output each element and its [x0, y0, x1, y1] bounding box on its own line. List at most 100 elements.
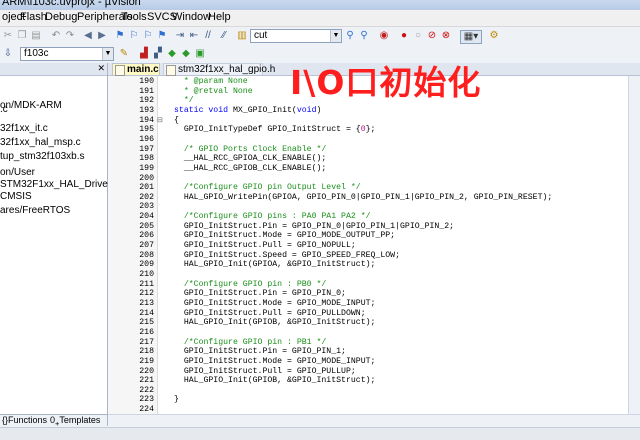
code-text: }	[174, 395, 179, 405]
line-number: 193	[139, 105, 154, 115]
tree-item[interactable]: tup_stm32f103xb.s	[0, 151, 85, 162]
bookmark-prev-icon[interactable]: ⚐	[128, 30, 140, 42]
code-text: GPIO_InitStruct.Mode = GPIO_MODE_OUTPUT_…	[174, 231, 396, 241]
target-select[interactable]: f103c ▼	[20, 47, 114, 61]
code-text: * @param None	[174, 77, 248, 86]
tab-label: main.c	[127, 64, 159, 75]
unindent-icon[interactable]: ⇤	[188, 30, 200, 42]
paste-icon[interactable]: ▤	[30, 30, 42, 42]
file-extensions-icon[interactable]: ▟	[138, 48, 150, 60]
code-editor[interactable]: 190 * @param None 191 * @retval None 192 *…	[108, 76, 628, 414]
code-line: 198 __HAL_RCC_GPIOA_CLK_ENABLE();	[108, 154, 628, 164]
code-line: 202 HAL_GPIO_WritePin(GPIOA, GPIO_PIN_0|…	[108, 193, 628, 203]
code-text: /*Configure GPIO pins : PA0 PA1 PA2 */	[174, 212, 371, 222]
title-bar: ARM\f103c.uvprojx - µVision	[0, 0, 640, 10]
nav-back-icon[interactable]: ◀	[82, 30, 94, 42]
menu-bar: oject Flash Debug Peripherals Tools SVCS…	[0, 10, 640, 27]
debug-session-icon[interactable]: ◉	[378, 30, 390, 42]
line-number: 210	[139, 270, 154, 279]
uncomment-icon[interactable]: ⁄⁄	[218, 30, 230, 42]
copy-icon[interactable]: ❐	[16, 30, 28, 42]
code-line: 196	[108, 135, 628, 145]
project-panel-header: ✕	[0, 63, 107, 76]
disable-all-breakpoints-icon[interactable]: ⊘	[426, 30, 438, 42]
code-text: */	[174, 96, 194, 106]
indent-icon[interactable]: ⇥	[174, 30, 186, 42]
code-line: 218 GPIO_InitStruct.Pin = GPIO_PIN_1;	[108, 347, 628, 357]
horizontal-scrollbar[interactable]	[108, 414, 640, 427]
incremental-find-icon[interactable]: ⚲	[358, 30, 370, 42]
menu-help[interactable]: Help	[208, 11, 231, 23]
fold-toggle-icon[interactable]: ⊟	[157, 116, 163, 126]
redo-icon[interactable]: ↷	[64, 30, 76, 42]
tree-item[interactable]: on/MDK-ARM	[0, 100, 62, 111]
find-combo-value: cut	[254, 30, 268, 41]
code-text: GPIO_InitStruct.Pin = GPIO_PIN_1;	[174, 347, 346, 357]
code-line: 203	[108, 202, 628, 212]
find-combo[interactable]: cut ▼	[250, 29, 342, 43]
annotation-overlay-text: I\O口初始化	[290, 63, 482, 102]
tree-item[interactable]: STM32F1xx_HAL_Driver	[0, 179, 111, 190]
code-text: GPIO_InitStruct.Mode = GPIO_MODE_INPUT;	[174, 356, 376, 366]
bookmark-next-icon[interactable]: ⚐	[142, 30, 154, 42]
line-number: 197	[139, 144, 154, 154]
file-icon	[166, 65, 176, 76]
cut-icon[interactable]: ✂	[2, 30, 14, 42]
tree-item[interactable]: 32f1xx_hal_msp.c	[0, 137, 81, 148]
tab-templates-label: Templates	[59, 415, 101, 425]
bookmark-icon[interactable]: ⚑	[114, 30, 126, 42]
tree-item[interactable]: on/User	[0, 167, 35, 178]
find-in-files-icon[interactable]: ▥	[236, 30, 248, 42]
menu-debug[interactable]: Debug	[45, 11, 77, 23]
code-text: GPIO_InitTypeDef GPIO_InitStruct = {0};	[174, 125, 376, 135]
tree-item[interactable]: ares/FreeRTOS	[0, 205, 70, 216]
select-packs-icon[interactable]: ◆	[166, 48, 178, 60]
load-icon[interactable]: ⇩	[2, 48, 14, 60]
window-layout-icon[interactable]: ▦▾	[460, 30, 482, 44]
configure-icon[interactable]: ⚙	[488, 30, 500, 42]
code-text: HAL_GPIO_WritePin(GPIOA, GPIO_PIN_0|GPIO…	[174, 192, 553, 202]
code-text: __HAL_RCC_GPIOA_CLK_ENABLE();	[174, 154, 327, 164]
manage-components-icon[interactable]: ▞	[152, 48, 164, 60]
tab-stm32f1xx-hal-gpio-h[interactable]: stm32f1xx_hal_gpio.h	[163, 63, 275, 76]
menu-tools[interactable]: Tools	[121, 11, 147, 23]
menu-flash[interactable]: Flash	[20, 11, 47, 23]
pack-installer-icon[interactable]: ▣	[194, 48, 206, 60]
bookmark-clear-icon[interactable]: ⚑	[156, 30, 168, 42]
run-time-env-icon[interactable]: ◆	[180, 48, 192, 60]
line-number: 194	[139, 115, 154, 125]
code-text: HAL_GPIO_Init(GPIOB, &GPIO_InitStruct);	[174, 376, 376, 386]
breakpoint-icon[interactable]: ●	[398, 30, 410, 42]
tab-functions-label: Functions	[8, 415, 48, 425]
line-number: 218	[139, 347, 154, 357]
tree-item[interactable]: 32f1xx_it.c	[0, 123, 48, 134]
close-icon[interactable]: ✕	[97, 63, 105, 74]
code-line: 220 GPIO_InitStruct.Pull = GPIO_PULLUP;	[108, 367, 628, 377]
target-options-icon[interactable]: ✎	[118, 48, 130, 60]
line-number: 215	[139, 318, 154, 328]
tab-functions[interactable]: {} Functions	[2, 415, 47, 425]
code-text: HAL_GPIO_Init(GPIOB, &GPIO_InitStruct);	[174, 318, 376, 328]
chevron-down-icon[interactable]: ▼	[330, 30, 341, 42]
code-line: 224	[108, 405, 628, 414]
tab-label: stm32f1xx_hal_gpio.h	[178, 64, 276, 75]
line-number: 204	[139, 212, 154, 222]
code-line: 212 GPIO_InitStruct.Pin = GPIO_PIN_0;	[108, 289, 628, 299]
line-number: 214	[139, 308, 154, 318]
tab-main-c[interactable]: main.c	[112, 63, 160, 76]
disable-breakpoint-icon[interactable]: ○	[412, 30, 424, 42]
menu-window[interactable]: Window	[172, 11, 211, 23]
code-line: 215 HAL_GPIO_Init(GPIOB, &GPIO_InitStruc…	[108, 318, 628, 328]
nav-forward-icon[interactable]: ▶	[96, 30, 108, 42]
tab-templates[interactable]: 0+ Templates	[50, 415, 100, 428]
vertical-scrollbar[interactable]	[628, 76, 640, 414]
line-number: 216	[139, 327, 154, 337]
chevron-down-icon[interactable]: ▼	[102, 48, 113, 60]
undo-icon[interactable]: ↶	[50, 30, 62, 42]
find-icon[interactable]: ⚲	[344, 30, 356, 42]
comment-icon[interactable]: //	[202, 30, 214, 42]
code-text: GPIO_InitStruct.Pin = GPIO_PIN_0;	[174, 289, 346, 299]
code-text: static void MX_GPIO_Init(void)	[174, 105, 322, 115]
kill-all-breakpoints-icon[interactable]: ⊗	[440, 30, 452, 42]
tree-item[interactable]: CMSIS	[0, 191, 32, 202]
